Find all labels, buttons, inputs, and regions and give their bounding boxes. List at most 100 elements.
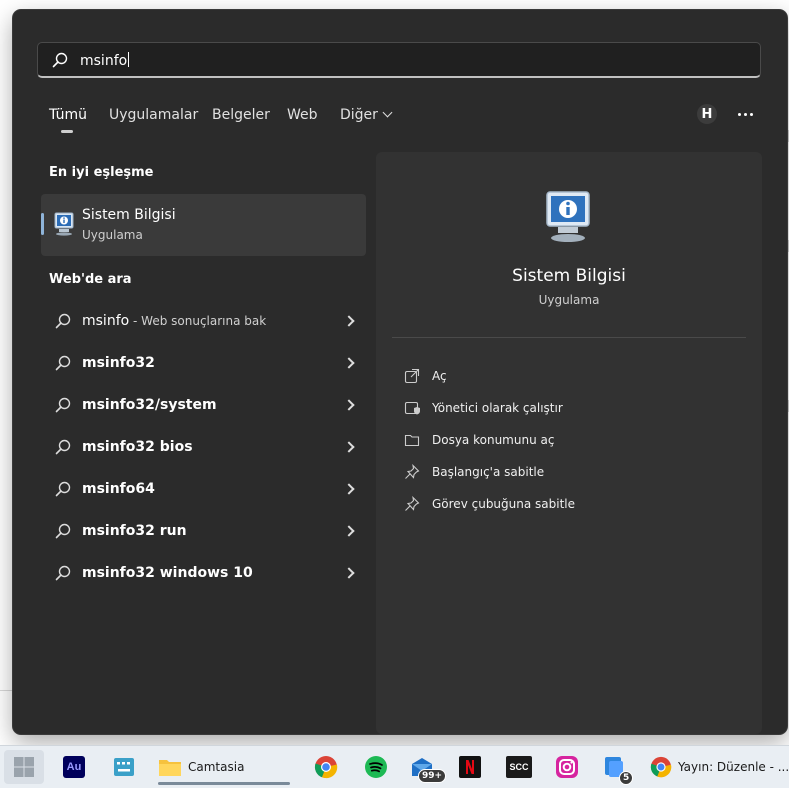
search-input[interactable]: msinfo — [37, 42, 761, 78]
tab-apps[interactable]: Uygulamalar — [109, 107, 198, 123]
adobe-audition-label: Au — [66, 761, 82, 773]
web-suggestion-query: msinfo — [82, 313, 130, 329]
web-suggestion-text: msinfo - Web sonuçlarına bak — [82, 313, 266, 329]
chevron-right-icon — [343, 441, 355, 453]
pin-icon — [405, 464, 420, 479]
web-suggestion-text: msinfo32 bios — [82, 439, 193, 455]
web-suggestion-text: msinfo32/system — [82, 397, 217, 413]
best-match-heading: En iyi eşleşme — [49, 165, 154, 180]
chevron-right-icon — [343, 525, 355, 537]
backdrop-divider — [0, 690, 13, 691]
web-suggestion-text: msinfo32 run — [82, 523, 187, 539]
web-suggestion[interactable]: msinfo32 bios — [49, 430, 359, 464]
folder-icon — [159, 760, 181, 776]
web-suggestion[interactable]: msinfo32/system — [49, 388, 359, 422]
active-tab-indicator — [61, 130, 73, 133]
taskbar-camtasia-label: Camtasia — [188, 760, 245, 774]
chrome-icon — [314, 756, 338, 779]
chevron-right-icon — [343, 483, 355, 495]
action-label: Yönetici olarak çalıştır — [432, 401, 563, 415]
taskbar-app-scc[interactable]: SCC — [505, 750, 533, 784]
web-search-heading: Web'de ara — [49, 272, 132, 287]
web-suggestion-text: msinfo32 — [82, 355, 155, 371]
best-match-result[interactable]: Sistem Bilgisi Uygulama — [41, 194, 366, 256]
pin-icon — [405, 496, 420, 511]
action-label: Görev çubuğuna sabitle — [432, 497, 576, 511]
result-detail-pane: Sistem Bilgisi Uygulama Aç Yönetici olar… — [376, 152, 762, 734]
system-info-icon — [54, 212, 74, 236]
best-match-name: Sistem Bilgisi — [82, 207, 176, 223]
web-suggestion[interactable]: msinfo64 — [49, 472, 359, 506]
chevron-down-icon — [382, 107, 393, 118]
tab-more[interactable]: Diğer — [340, 107, 393, 123]
keyboard-icon — [114, 758, 134, 776]
notification-badge: 5 — [619, 771, 634, 785]
detail-subtitle: Uygulama — [538, 293, 600, 307]
action-label: Dosya konumunu aç — [432, 433, 555, 447]
tab-more-label: Diğer — [340, 107, 378, 123]
taskbar-app-netflix[interactable] — [458, 750, 482, 784]
web-suggestion[interactable]: msinfo32 windows 10 — [49, 556, 359, 590]
taskbar-app-audition[interactable]: Au — [62, 750, 86, 784]
detail-title: Sistem Bilgisi — [512, 266, 626, 286]
system-info-icon — [546, 191, 590, 242]
divider — [392, 337, 746, 338]
text-caret — [128, 52, 130, 67]
start-button[interactable] — [4, 750, 44, 784]
taskbar-app-spotify[interactable] — [363, 750, 389, 784]
taskbar-app-chrome-window[interactable]: Yayın: Düzenle - ... — [650, 750, 789, 784]
open-external-icon — [404, 368, 420, 384]
more-options-icon[interactable] — [736, 106, 756, 122]
taskbar-app-keyboard[interactable] — [112, 750, 136, 784]
web-suggestion[interactable]: msinfo - Web sonuçlarına bak — [49, 304, 359, 338]
start-search-panel: msinfo Tümü Uygulamalar Belgeler Web Diğ… — [13, 10, 787, 734]
best-match-type: Uygulama — [82, 228, 143, 242]
scc-icon: SCC — [506, 756, 532, 778]
action-pin-to-start[interactable]: Başlangıç'a sabitle — [400, 460, 730, 484]
web-suggestion-suffix: - Web sonuçlarına bak — [129, 314, 267, 328]
running-indicator — [158, 782, 290, 785]
chrome-icon — [650, 756, 672, 778]
chevron-right-icon — [343, 567, 355, 579]
taskbar-chrome-window-label: Yayın: Düzenle - ... — [678, 760, 789, 774]
taskbar-app-camtasia-folder[interactable]: Camtasia — [158, 750, 290, 785]
taskbar-app-chrome[interactable] — [313, 750, 339, 784]
tab-documents[interactable]: Belgeler — [212, 107, 270, 123]
search-icon — [55, 355, 71, 371]
run-as-admin-icon — [404, 401, 420, 415]
chevron-right-icon — [343, 399, 355, 411]
action-label: Aç — [432, 369, 447, 383]
web-suggestion[interactable]: msinfo32 — [49, 346, 359, 380]
taskbar: Au Camtasia 99+ SCC 5 Yayın: Düzenle - .… — [0, 745, 789, 788]
action-run-as-admin[interactable]: Yönetici olarak çalıştır — [400, 396, 730, 420]
search-icon — [55, 523, 71, 539]
action-open[interactable]: Aç — [400, 364, 730, 388]
instagram-icon — [556, 756, 578, 778]
web-suggestion[interactable]: msinfo32 run — [49, 514, 359, 548]
search-icon — [55, 397, 71, 413]
chevron-right-icon — [343, 357, 355, 369]
selection-indicator — [41, 213, 44, 235]
search-icon — [55, 313, 71, 329]
search-icon — [55, 481, 71, 497]
taskbar-app-mail[interactable]: 99+ — [410, 750, 447, 784]
search-query-text: msinfo — [80, 52, 130, 69]
tab-web[interactable]: Web — [287, 107, 318, 123]
tab-all[interactable]: Tümü — [49, 107, 87, 123]
folder-icon — [404, 434, 420, 447]
search-icon — [55, 439, 71, 455]
notification-badge: 99+ — [418, 769, 447, 783]
web-suggestion-text: msinfo32 windows 10 — [82, 565, 253, 581]
action-pin-to-taskbar[interactable]: Görev çubuğuna sabitle — [400, 492, 730, 516]
account-avatar[interactable]: H — [697, 104, 717, 124]
adobe-audition-icon: Au — [63, 756, 85, 778]
taskbar-app-notes[interactable]: 5 — [603, 750, 635, 785]
scc-label: SCC — [509, 762, 529, 772]
action-open-file-location[interactable]: Dosya konumunu aç — [400, 428, 730, 452]
search-icon — [52, 52, 68, 68]
taskbar-app-instagram[interactable] — [554, 750, 580, 784]
netflix-icon — [459, 756, 481, 778]
web-suggestion-text: msinfo64 — [82, 481, 155, 497]
windows-logo-icon — [14, 757, 34, 777]
action-label: Başlangıç'a sabitle — [432, 465, 545, 479]
